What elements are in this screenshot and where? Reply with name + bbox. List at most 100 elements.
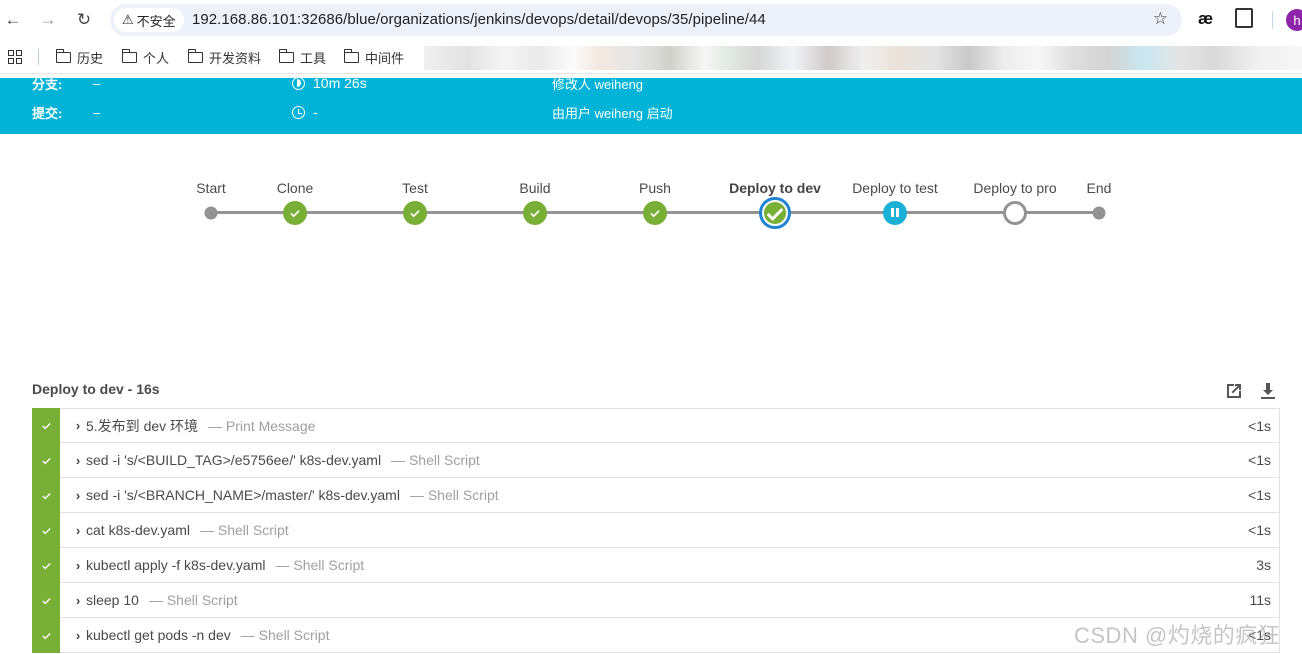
check-icon <box>289 207 301 219</box>
step-duration: <1s <box>1248 487 1271 503</box>
stage-node-not-built[interactable] <box>1003 200 1027 225</box>
stage-node-success[interactable] <box>523 200 547 225</box>
step-duration: 11s <box>1249 592 1271 608</box>
step-success-check-icon <box>32 512 60 548</box>
step-name: sed -i 's/<BUILD_TAG>/e5756ee/' k8s-dev.… <box>86 452 382 468</box>
extensions-puzzle-icon[interactable] <box>1235 8 1253 28</box>
step-success-check-icon <box>32 617 60 653</box>
folder-icon <box>187 49 203 63</box>
external-link-icon[interactable] <box>1224 381 1244 401</box>
pipeline-connector <box>535 211 655 214</box>
pipeline-connector <box>775 211 895 214</box>
step-row[interactable]: › sleep 10 — Shell Script 11s <box>32 582 1280 618</box>
back-button[interactable]: ← <box>1 8 25 32</box>
check-icon <box>529 207 541 219</box>
step-row[interactable]: › sed -i 's/<BUILD_TAG>/e5756ee/' k8s-dev… <box>32 442 1280 478</box>
url-text[interactable]: 192.168.86.101:32686/blue/organizations/… <box>192 11 766 28</box>
end-node <box>1092 206 1106 219</box>
step-duration: <1s <box>1248 417 1271 434</box>
bookmark-label: 个人 <box>143 51 170 66</box>
step-type: — Shell Script <box>275 557 365 573</box>
start-time-value: - <box>313 104 318 120</box>
reload-button[interactable]: ↻ <box>72 8 96 32</box>
bookmark-folder[interactable]: 工具 <box>278 48 327 67</box>
chevron-right-icon[interactable]: › <box>70 593 86 608</box>
pipeline-connector <box>655 211 775 214</box>
stage-label[interactable]: Build <box>519 180 550 196</box>
bookmarks-bar: 历史 个人 开发资料 工具 中间件 <box>0 40 1302 74</box>
step-row[interactable]: › 5.发布到 dev 环境 — Print Message <1s <box>32 408 1280 443</box>
folder-icon <box>55 49 71 63</box>
warning-icon: ⚠ <box>122 12 134 27</box>
step-name: sleep 10 <box>86 592 139 608</box>
step-row[interactable]: › sed -i 's/<BRANCH_NAME>/master/' k8s-de… <box>32 477 1280 513</box>
stage-node-success[interactable] <box>283 200 307 225</box>
step-type: — Shell Script <box>200 522 289 538</box>
watermark: CSDN @灼烧的疯狂 <box>1074 623 1281 648</box>
stage-node-selected-success[interactable] <box>759 196 791 229</box>
bookmark-star-icon[interactable]: ☆ <box>1153 9 1168 29</box>
download-icon[interactable] <box>1258 381 1278 401</box>
start-time: - <box>292 104 318 120</box>
pause-icon-bar <box>891 208 894 217</box>
step-type: — Print Message <box>208 417 316 434</box>
stage-label[interactable]: End <box>1087 180 1112 196</box>
check-icon <box>409 207 421 219</box>
pipeline-graph: Start Clone Test Build Push Deploy to dev Depl… <box>0 170 1302 240</box>
toolbar-divider <box>1272 11 1273 29</box>
step-type: — Shell Script <box>240 627 330 643</box>
stage-label[interactable]: Deploy to pro <box>973 180 1056 196</box>
chevron-right-icon[interactable]: › <box>70 523 86 538</box>
step-name: 5.发布到 dev 环境 <box>86 417 199 434</box>
pause-icon-bar <box>896 208 899 217</box>
stage-label[interactable]: Deploy to test <box>852 180 938 196</box>
bookmark-folder[interactable]: 个人 <box>121 48 170 67</box>
bookmarks-divider <box>38 49 39 65</box>
stage-label[interactable]: Start <box>196 180 226 196</box>
stage-label[interactable]: Clone <box>277 180 314 196</box>
commit-label: 提交: <box>32 105 63 121</box>
run-summary-header: 分支: – 10m 26s 修改人 weiheng 提交: – - 由用户 we… <box>0 75 1302 134</box>
step-type: — Shell Script <box>148 592 238 608</box>
stage-node-paused[interactable] <box>883 200 907 225</box>
forward-button[interactable]: → <box>36 8 60 32</box>
redacted-bookmarks <box>424 46 1302 70</box>
bookmark-label: 工具 <box>300 51 327 66</box>
stage-label[interactable]: Deploy to dev <box>729 180 821 196</box>
bookmark-label: 历史 <box>77 51 104 66</box>
bookmark-label: 开发资料 <box>209 51 262 66</box>
chevron-right-icon[interactable]: › <box>70 558 86 573</box>
bookmark-folder[interactable]: 中间件 <box>343 48 404 67</box>
chevron-right-icon[interactable]: › <box>70 628 86 643</box>
step-row[interactable]: › kubectl apply -f k8s-dev.yaml — Shell Sc… <box>32 547 1280 583</box>
stage-node-success[interactable] <box>643 200 667 225</box>
address-bar[interactable]: ⚠ 不安全 192.168.86.101:32686/blue/organiza… <box>110 4 1182 36</box>
stage-node-success[interactable] <box>403 200 427 225</box>
extension-icon[interactable]: æ <box>1198 9 1213 29</box>
step-success-check-icon <box>32 477 60 513</box>
step-duration: <1s <box>1248 452 1271 468</box>
step-name: kubectl get pods -n dev <box>86 627 231 643</box>
profile-avatar[interactable]: h <box>1286 9 1302 31</box>
start-node <box>204 206 218 219</box>
step-name: kubectl apply -f k8s-dev.yaml <box>86 557 266 573</box>
chevron-right-icon[interactable]: › <box>70 418 86 433</box>
bookmark-folder[interactable]: 历史 <box>55 48 104 67</box>
stage-label[interactable]: Push <box>639 180 671 196</box>
step-row[interactable]: › cat k8s-dev.yaml — Shell Script <1s <box>32 512 1280 548</box>
branch-label: 分支: <box>32 76 63 92</box>
stage-steps-title: Deploy to dev - 16s <box>32 381 160 397</box>
pipeline-connector <box>895 211 1015 214</box>
bookmark-folder[interactable]: 开发资料 <box>187 48 262 67</box>
clock-icon <box>292 105 305 119</box>
browser-toolbar: ← → ↻ ⚠ 不安全 192.168.86.101:32686/blue/or… <box>0 0 1302 40</box>
branch-value: – <box>93 75 101 91</box>
step-type: — Shell Script <box>391 452 480 468</box>
apps-grid-icon[interactable] <box>8 50 22 64</box>
step-type: — Shell Script <box>409 487 499 503</box>
step-name: cat k8s-dev.yaml <box>86 522 190 538</box>
chevron-right-icon[interactable]: › <box>70 488 86 503</box>
chevron-right-icon[interactable]: › <box>70 453 86 468</box>
security-chip[interactable]: ⚠ 不安全 <box>114 8 184 32</box>
stage-label[interactable]: Test <box>402 180 428 196</box>
